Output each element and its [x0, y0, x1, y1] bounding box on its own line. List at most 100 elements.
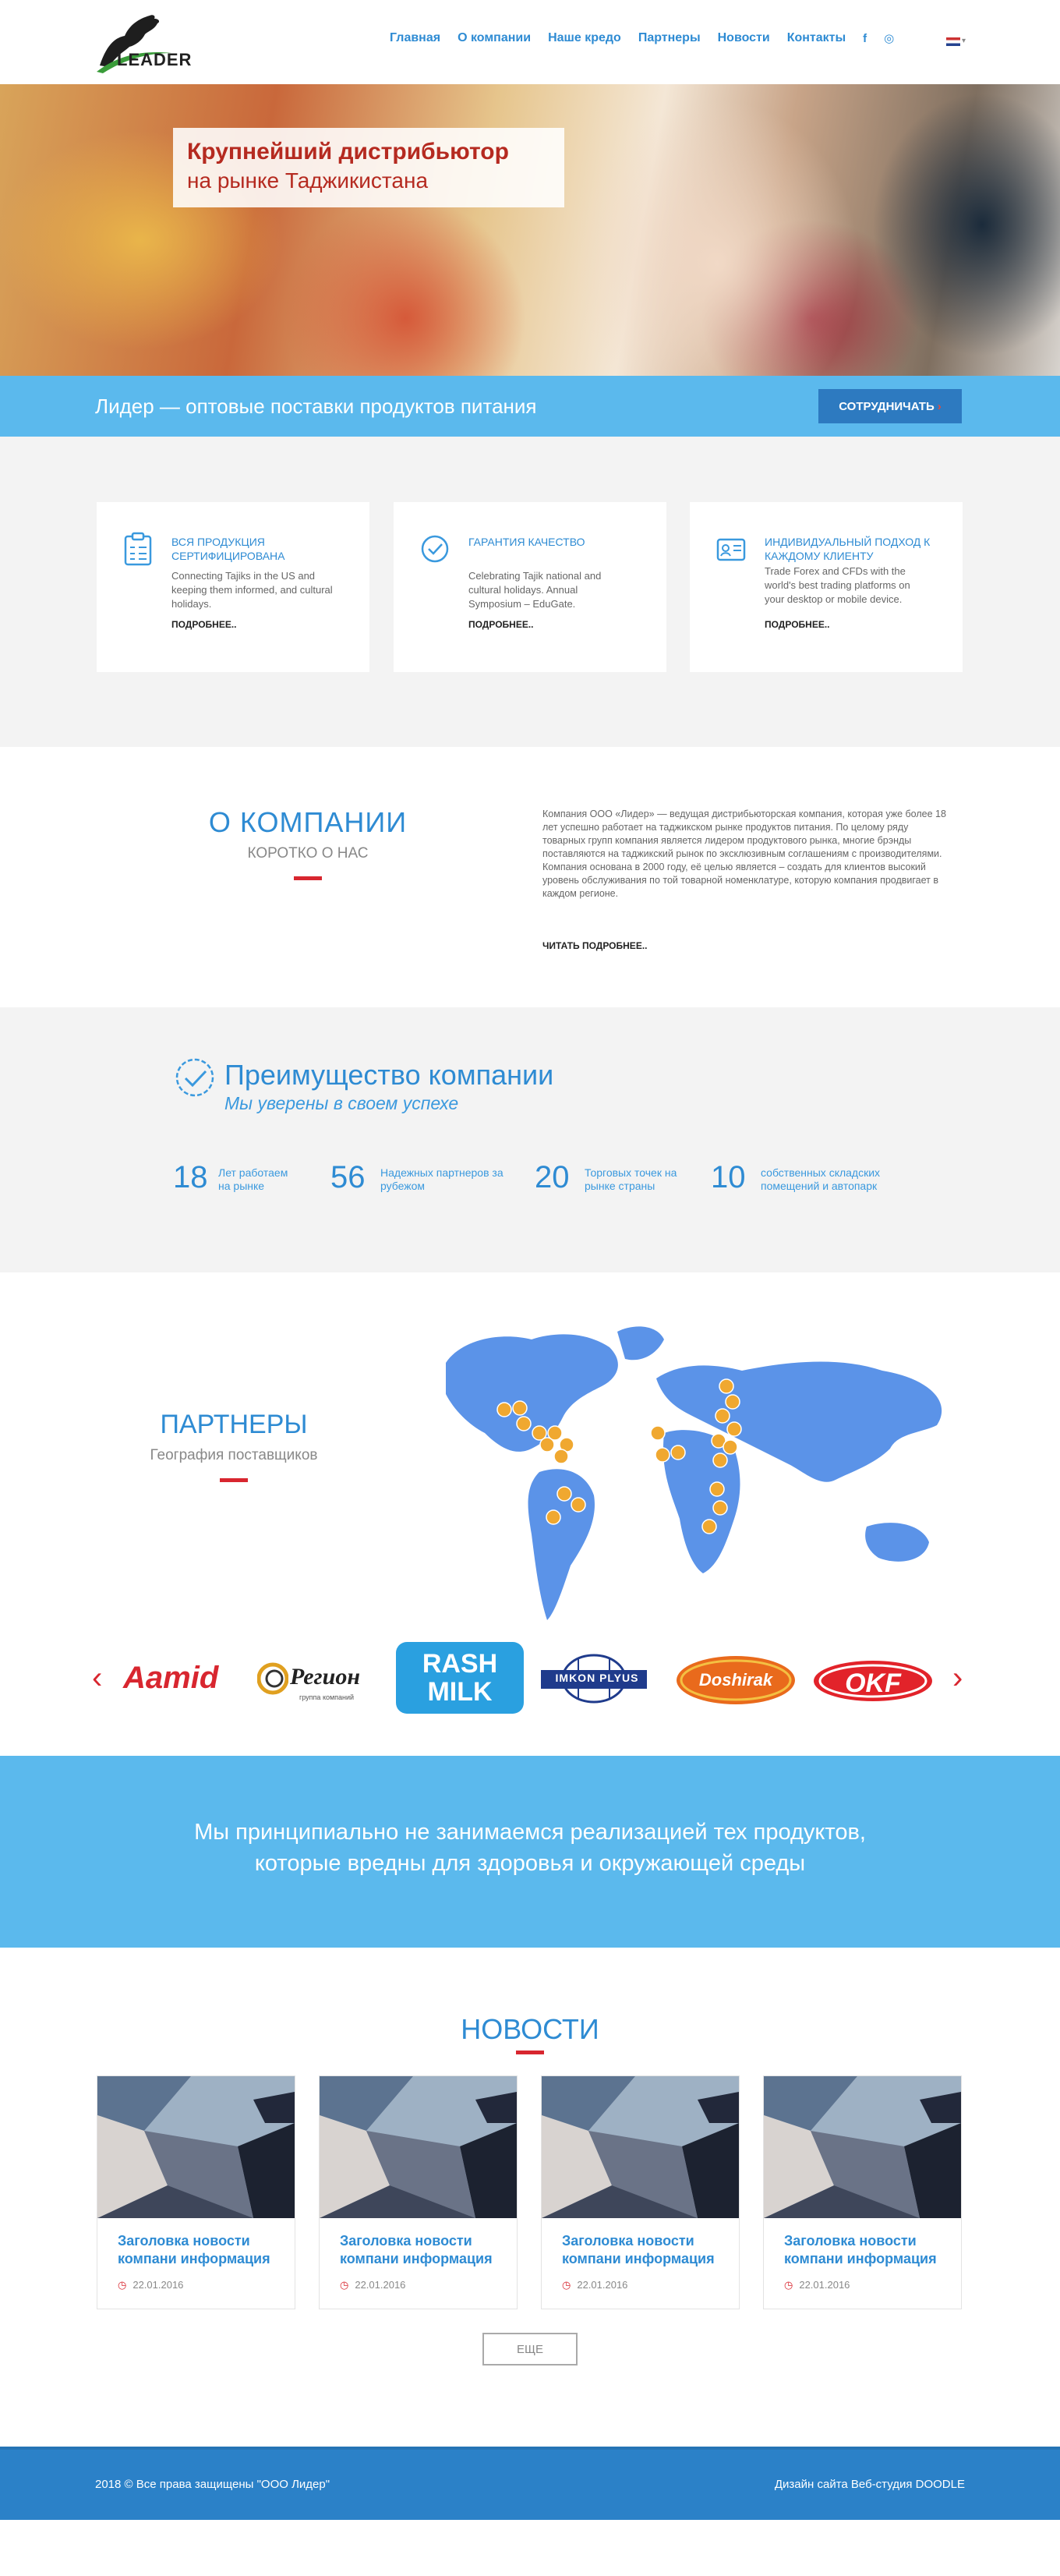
- news-card[interactable]: Заголовка новости компани информация ◷ 22…: [763, 2075, 962, 2309]
- nav-credo[interactable]: Наше кредо: [548, 31, 621, 45]
- about-subtitle: КОРОТКО О НАС: [247, 845, 369, 862]
- map-pin-icon[interactable]: [701, 1519, 717, 1534]
- language-flag-icon[interactable]: [946, 37, 960, 46]
- partners-subtitle: География поставщиков: [150, 1447, 318, 1463]
- brand-logo-rashmilk[interactable]: RASH MILK: [396, 1642, 524, 1714]
- stat-label: собственных складских помещений и автопа…: [761, 1166, 881, 1192]
- feature-text: Celebrating Tajik national and cultural …: [468, 570, 602, 610]
- clock-icon: ◷: [562, 2279, 571, 2291]
- map-pin-icon[interactable]: [719, 1378, 734, 1394]
- feature-more-link[interactable]: ПОДРОБНЕЕ..: [171, 619, 237, 630]
- map-pin-icon[interactable]: [725, 1394, 740, 1410]
- stat-label: Торговых точек на рынке страны: [585, 1166, 677, 1192]
- map-pin-icon[interactable]: [726, 1421, 742, 1437]
- news-section: НОВОСТИ Заголовка новости компани информ…: [0, 1948, 1060, 2447]
- feature-more-link[interactable]: ПОДРОБНЕЕ..: [765, 619, 830, 630]
- brand-logo-okf[interactable]: OKF: [812, 1642, 934, 1714]
- title-underline: [516, 2051, 544, 2054]
- australia: [865, 1523, 929, 1562]
- clock-icon: ◷: [784, 2279, 793, 2291]
- news-card[interactable]: Заголовка новости компани информация ◷ 22…: [97, 2075, 295, 2309]
- chevron-left-icon[interactable]: ‹: [92, 1661, 102, 1696]
- brand-logo-imkon[interactable]: IMKON PLYUS: [535, 1642, 653, 1714]
- brand-name: OKF: [845, 1668, 901, 1698]
- map-pin-icon[interactable]: [670, 1445, 686, 1460]
- news-date-text: 22.01.2016: [799, 2279, 850, 2291]
- news-date: ◷ 22.01.2016: [784, 2279, 850, 2291]
- copyright-text: 2018 © Все права защищены "ООО Лидер": [95, 2478, 330, 2491]
- map-pin-icon[interactable]: [512, 1400, 528, 1416]
- main-nav: Главная О компании Наше кредо Партнеры Н…: [390, 31, 894, 45]
- features-section: ВСЯ ПРОДУКЦИЯ СЕРТИФИЦИРОВАНА Connecting…: [0, 437, 1060, 747]
- news-thumbnail: [320, 2076, 517, 2218]
- news-title-text: Заголовка новости компани информация: [340, 2233, 493, 2266]
- title-underline: [220, 1478, 248, 1482]
- more-news-button[interactable]: ЕЩЕ: [482, 2333, 578, 2365]
- brand-tagline: группа компаний: [299, 1693, 355, 1701]
- news-date-text: 22.01.2016: [355, 2279, 406, 2291]
- map-pin-icon[interactable]: [496, 1402, 512, 1417]
- chevron-right-icon[interactable]: ›: [952, 1661, 963, 1696]
- news-date-text: 22.01.2016: [577, 2279, 628, 2291]
- news-title: НОВОСТИ: [461, 2013, 599, 2045]
- title-underline: [294, 876, 322, 880]
- stat-label: Лет работаем на рынке: [218, 1166, 288, 1192]
- banner-text: Лидер — оптовые поставки продуктов питан…: [95, 395, 537, 418]
- map-pin-icon[interactable]: [655, 1447, 670, 1463]
- logo-text: LEADER: [117, 50, 193, 69]
- map-pin-icon[interactable]: [571, 1497, 586, 1513]
- stat-number: 20: [535, 1160, 570, 1194]
- feature-more-link[interactable]: ПОДРОБНЕЕ..: [468, 619, 534, 630]
- nav-about[interactable]: О компании: [458, 31, 531, 45]
- map-pin-icon[interactable]: [553, 1449, 569, 1464]
- brand-logo-aamid[interactable]: Aamid: [117, 1642, 248, 1714]
- map-pin-icon[interactable]: [546, 1509, 561, 1525]
- clock-icon: ◷: [118, 2279, 127, 2291]
- instagram-icon[interactable]: ◎: [884, 31, 894, 45]
- feature-text: Connecting Tajiks in the US and keeping …: [171, 570, 333, 610]
- brand-carousel: ‹ › Aamid Регион группа компаний RASH MI…: [0, 1631, 1060, 1756]
- news-card[interactable]: Заголовка новости компани информация ◷ 22…: [319, 2075, 518, 2309]
- news-thumbnail: [764, 2076, 961, 2218]
- feature-card: ИНДИВИДУАЛЬНЫЙ ПОДХОД К КАЖДОМУ КЛИЕНТУ …: [690, 502, 963, 672]
- brand-logo-region[interactable]: Регион группа компаний: [256, 1642, 388, 1714]
- map-pin-icon[interactable]: [709, 1481, 725, 1497]
- news-thumbnail: [542, 2076, 739, 2218]
- map-pin-icon[interactable]: [712, 1500, 728, 1516]
- nav-news[interactable]: Новости: [718, 31, 770, 45]
- nav-home[interactable]: Главная: [390, 31, 440, 45]
- feature-title: ВСЯ ПРОДУКЦИЯ СЕРТИФИЦИРОВАНА: [171, 536, 285, 562]
- about-title: О КОМПАНИИ: [208, 806, 408, 838]
- statement-section: Мы принципиально не занимаемся реализаци…: [0, 1756, 1060, 1948]
- map-pin-icon[interactable]: [556, 1486, 572, 1502]
- map-pin-icon[interactable]: [539, 1437, 555, 1453]
- chevron-down-icon[interactable]: ▾: [962, 37, 966, 45]
- news-date: ◷ 22.01.2016: [118, 2279, 183, 2291]
- nav-partners[interactable]: Партнеры: [638, 31, 701, 45]
- map-pin-icon[interactable]: [650, 1425, 666, 1441]
- brand-name: Doshirak: [698, 1670, 773, 1690]
- statement-line-1: Мы принципиально не занимаемся реализаци…: [194, 1820, 866, 1845]
- brand-logo-doshirak[interactable]: Doshirak: [675, 1642, 797, 1714]
- hero-slider: Крупнейший дистрибьютор на рынке Таджики…: [0, 84, 1060, 376]
- clock-icon: ◷: [340, 2279, 349, 2291]
- partners-section: ПАРТНЕРЫ География поставщиков: [0, 1272, 1060, 1631]
- map-pin-icon[interactable]: [516, 1416, 532, 1431]
- facebook-icon[interactable]: f: [863, 32, 867, 45]
- cooperate-button[interactable]: СОТРУДНИЧАТЬ ›: [818, 389, 962, 423]
- hero-subheadline: на рынке Таджикистана: [187, 168, 429, 193]
- leader-logo[interactable]: LEADER: [94, 11, 191, 75]
- check-circle-icon: [421, 535, 449, 563]
- feature-title: ГАРАНТИЯ КАЧЕСТВО: [468, 536, 585, 548]
- map-pin-icon[interactable]: [715, 1408, 730, 1424]
- cooperate-button-label: СОТРУДНИЧАТЬ: [839, 399, 935, 413]
- nav-contacts[interactable]: Контакты: [787, 31, 846, 45]
- designer-credit-link[interactable]: Дизайн сайта Веб-студия DOODLE: [775, 2478, 965, 2491]
- id-card-icon: [716, 538, 746, 561]
- map-pin-icon[interactable]: [712, 1453, 728, 1468]
- news-card[interactable]: Заголовка новости компани информация ◷ 22…: [541, 2075, 740, 2309]
- about-more-link[interactable]: ЧИТАТЬ ПОДРОБНЕЕ..: [542, 940, 647, 951]
- stat-number: 18: [173, 1160, 208, 1194]
- site-footer: 2018 © Все права защищены "ООО Лидер" Ди…: [0, 2447, 1060, 2520]
- map-pin-icon[interactable]: [723, 1439, 738, 1455]
